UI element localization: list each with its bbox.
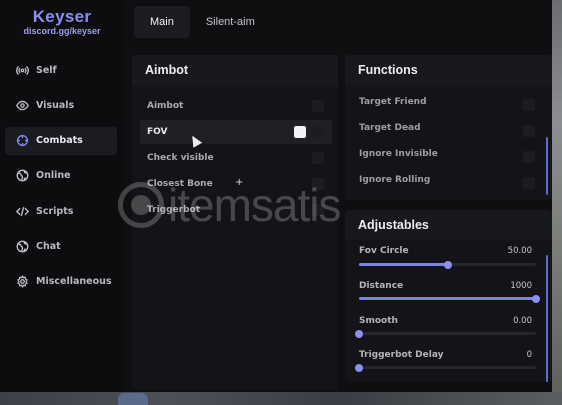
slider-value: 0.00: [513, 316, 532, 326]
functions-panel-title: Functions: [345, 55, 552, 85]
adjustables-scrollbar[interactable]: [546, 255, 548, 382]
brand-subtitle: discord.gg/keyser: [23, 26, 101, 36]
slider-fill: [359, 297, 536, 300]
sidebar-item-label: Combats: [36, 135, 83, 147]
eye-icon: [15, 98, 29, 112]
code-icon: [15, 204, 29, 218]
slider-label: Distance: [359, 281, 404, 291]
sidebar-item-label: Online: [36, 170, 71, 182]
sidebar-item-visuals[interactable]: Visuals: [5, 91, 117, 119]
checkbox-checked[interactable]: [294, 126, 306, 138]
checkbox[interactable]: [312, 178, 324, 190]
brand-title: Keyser: [32, 7, 92, 26]
checkbox[interactable]: [312, 204, 324, 216]
option-target-dead[interactable]: Target Dead: [359, 123, 539, 139]
option-label: Target Dead: [359, 123, 421, 133]
sidebar-nav: Self Visuals Combats Online Scripts Chat…: [5, 56, 117, 303]
game-character: [118, 393, 148, 405]
game-background-right: [552, 0, 562, 405]
option-ignore-rolling[interactable]: Ignore Rolling: [359, 175, 539, 191]
slider-knob[interactable]: [355, 329, 363, 338]
adjustables-panel: Adjustables Fov Circle 50.00 Distance 10…: [345, 210, 552, 382]
aimbot-panel: Aimbot Aimbot FOV Check visible Closest …: [132, 55, 338, 390]
checkbox[interactable]: [523, 151, 535, 163]
aimbot-panel-title: Aimbot: [132, 55, 338, 85]
sidebar-item-scripts[interactable]: Scripts: [5, 197, 117, 225]
slider-value: 0: [526, 350, 532, 360]
sidebar-item-self[interactable]: Self: [5, 56, 117, 84]
menu-window: Keyser discord.gg/keyser Self Visuals Co…: [0, 0, 552, 392]
tab-main[interactable]: Main: [134, 6, 190, 38]
sidebar: Keyser discord.gg/keyser Self Visuals Co…: [0, 0, 124, 392]
sidebar-item-chat[interactable]: Chat: [5, 232, 117, 260]
option-label: FOV: [147, 127, 168, 137]
slider-label: Smooth: [359, 316, 398, 326]
option-fov[interactable]: FOV: [140, 120, 332, 144]
checkbox[interactable]: [312, 100, 324, 112]
tab-bar: Main Silent-aim: [134, 6, 271, 38]
broadcast-icon: [15, 63, 29, 77]
option-label: Check visible: [147, 153, 214, 163]
functions-panel: Functions Target Friend Target Dead Igno…: [345, 55, 552, 200]
sidebar-item-label: Self: [36, 64, 57, 76]
globe-icon: [15, 169, 29, 183]
option-triggerbot[interactable]: Triggerbot: [140, 198, 332, 222]
option-label: Ignore Rolling: [359, 175, 431, 185]
functions-scrollbar[interactable]: [546, 137, 548, 195]
smooth-slider[interactable]: [355, 329, 536, 338]
sidebar-item-miscellaneous[interactable]: Miscellaneous: [5, 268, 117, 296]
sidebar-item-online[interactable]: Online: [5, 162, 117, 190]
checkbox[interactable]: [523, 125, 535, 137]
sidebar-item-label: Scripts: [36, 205, 74, 217]
slider-value: 1000: [510, 281, 532, 291]
option-label: Aimbot: [147, 101, 184, 111]
checkbox[interactable]: [312, 152, 324, 164]
slider-label: Fov Circle: [359, 246, 409, 256]
slider-label: Triggerbot Delay: [359, 350, 444, 360]
distance-slider[interactable]: [359, 294, 540, 303]
slider-knob[interactable]: [355, 363, 363, 372]
sidebar-item-label: Miscellaneous: [36, 276, 112, 288]
game-background-bottom: [0, 392, 562, 405]
globe-icon: [15, 239, 29, 253]
option-label: Triggerbot: [147, 205, 201, 215]
slider-fill: [359, 263, 448, 266]
color-swatch[interactable]: [312, 126, 324, 138]
slider-value: 50.00: [507, 246, 532, 256]
checkbox[interactable]: [523, 99, 535, 111]
option-label: Target Friend: [359, 97, 427, 107]
option-target-friend[interactable]: Target Friend: [359, 97, 539, 113]
crosshair-icon: +: [235, 177, 244, 188]
option-ignore-invisible[interactable]: Ignore Invisible: [359, 149, 539, 165]
sidebar-item-label: Chat: [36, 240, 61, 252]
slider-knob[interactable]: [532, 294, 540, 303]
crosshair-icon: [15, 134, 29, 148]
triggerbot-delay-slider[interactable]: [355, 363, 536, 372]
gear-icon: [15, 275, 29, 289]
option-aimbot[interactable]: Aimbot: [140, 94, 332, 118]
option-label: Ignore Invisible: [359, 149, 438, 159]
adjustables-panel-title: Adjustables: [345, 210, 552, 240]
sidebar-item-label: Visuals: [36, 99, 75, 111]
tab-silent-aim[interactable]: Silent-aim: [190, 6, 271, 38]
slider-knob[interactable]: [443, 260, 452, 269]
fov-circle-slider[interactable]: [359, 260, 536, 269]
checkbox[interactable]: [523, 177, 535, 189]
option-check-visible[interactable]: Check visible: [140, 146, 332, 170]
sidebar-item-combats[interactable]: Combats: [5, 126, 117, 155]
option-label: Closest Bone: [147, 179, 213, 189]
